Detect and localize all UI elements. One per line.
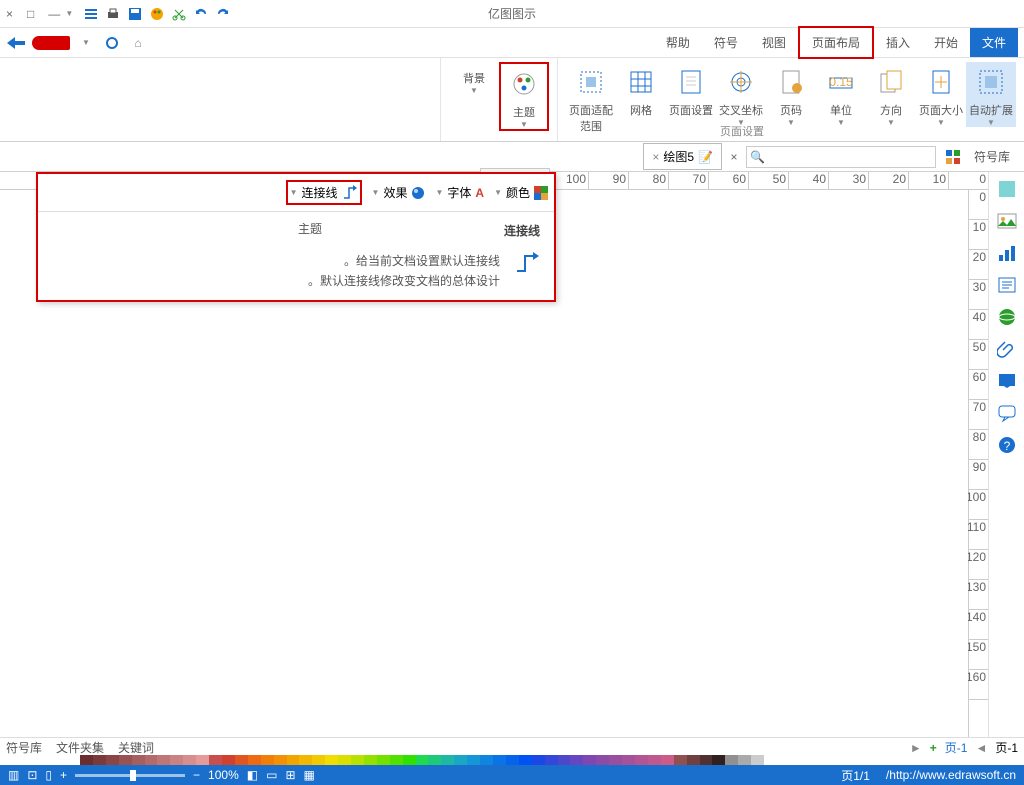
ribbon-group-pagesetup: 页面设置 (720, 123, 764, 139)
qat-undo-icon[interactable] (192, 5, 210, 23)
bottom-symbols[interactable]: 符号库 (6, 739, 42, 756)
status-url: http://www.edrawsoft.cn/ (886, 768, 1016, 782)
qat-cut-icon[interactable] (170, 5, 188, 23)
page-nav-next[interactable]: ► (910, 741, 922, 755)
tab-begin[interactable]: 开始 (922, 28, 970, 57)
mini-font[interactable]: A字体▼ (435, 180, 484, 205)
ribbon-pagesize[interactable]: 页面大小▼ (916, 62, 966, 127)
bottom-projects[interactable]: 文件夹集 (56, 739, 104, 756)
status-grid-icon[interactable]: ▦ (304, 768, 315, 782)
page-nav-label: 页-1 (995, 739, 1018, 756)
status-ruler-icon[interactable]: ⊞ (285, 768, 295, 782)
tab-pagelayout[interactable]: 页面布局 (798, 26, 874, 59)
ribbon-direction[interactable]: 方向▼ (866, 62, 916, 127)
mini-color[interactable]: 颜色▼ (494, 180, 548, 205)
zoom-value: 100% (208, 768, 239, 782)
status-fit-icon[interactable]: ⊡ (27, 768, 37, 782)
side-globe-icon[interactable] (996, 306, 1018, 328)
side-note-icon[interactable] (996, 370, 1018, 392)
ribbon-coords[interactable]: 交叉坐标▼ (716, 62, 766, 127)
search-icon[interactable]: 🔍 (747, 150, 768, 164)
panel-close[interactable]: × (722, 150, 746, 164)
small-home-icon[interactable]: ⌂ (128, 33, 148, 53)
side-shape-icon[interactable] (996, 178, 1018, 200)
section-symbols: 符号库 (960, 148, 1024, 165)
side-text-icon[interactable] (996, 274, 1018, 296)
doc-tab[interactable]: 📝 绘图5 × (643, 143, 722, 170)
color-strip[interactable] (80, 755, 764, 765)
tooltip-line2: 默认连接线修改变文档的总体设计。 (308, 271, 500, 291)
ribbon-localsetup[interactable]: 页面适配范围 (566, 62, 616, 134)
page-nav-prev[interactable]: ◄ (975, 741, 987, 755)
app-title: 亿图图示 (488, 5, 536, 22)
page-tab-1[interactable]: 页-1 (945, 739, 968, 756)
mini-connector[interactable]: 连接线▼ (286, 180, 362, 205)
ribbon-pageno[interactable]: 页码▼ (766, 62, 816, 127)
status-page-icon[interactable]: ▯ (45, 768, 52, 782)
tab-insert[interactable]: 插入 (874, 28, 922, 57)
status-layout-icon[interactable]: ▥ (8, 768, 19, 782)
tooltip-title: 连接线 (38, 212, 554, 243)
qat-menu-icon[interactable] (82, 5, 100, 23)
tab-file[interactable]: 文件 (970, 28, 1018, 57)
tab-view[interactable]: 视图 (750, 28, 798, 57)
qat-redo-icon[interactable] (214, 5, 232, 23)
side-image-icon[interactable] (996, 210, 1018, 232)
ribbon-unit[interactable]: 0.15 单位▼ (816, 62, 866, 127)
tab-symbol[interactable]: 符号 (702, 28, 750, 57)
apps-icon[interactable] (942, 150, 960, 164)
connector-tooltip-panel: 颜色▼ A字体▼ 效果▼ 连接线▼ 连接线 主题 给当前文档设置默认连接线。 默… (36, 172, 556, 302)
ribbon-grid[interactable]: 网格 (616, 62, 666, 118)
doc-tab-close[interactable]: × (652, 150, 659, 164)
zoom-out[interactable]: − (193, 768, 200, 782)
tooltip-group-label: 主题 (298, 220, 322, 237)
tab-help[interactable]: 帮助 (654, 28, 702, 57)
side-attach-icon[interactable] (996, 338, 1018, 360)
window-maximize[interactable]: □ (27, 7, 34, 21)
small-gear-icon[interactable] (102, 33, 122, 53)
search-input[interactable]: 🔍 (746, 146, 936, 168)
small-arrow-icon[interactable] (6, 33, 26, 53)
doc-tab-icon: 📝 (698, 150, 713, 164)
vertical-ruler: 0102030405060708090100110120130140150160 (968, 190, 988, 737)
status-view1-icon[interactable]: ▭ (266, 768, 277, 782)
status-pages: 页1/1 (841, 767, 870, 784)
zoom-slider[interactable] (75, 774, 185, 777)
ribbon-bg[interactable]: 背景▼ (449, 62, 499, 95)
qat-dropdown-icon[interactable]: ▼ (60, 5, 78, 23)
tooltip-line1: 给当前文档设置默认连接线。 (308, 251, 500, 271)
ribbon-pagesetup[interactable]: 页面设置 (666, 62, 716, 118)
qat-palette-icon[interactable] (148, 5, 166, 23)
connector-icon (510, 251, 540, 292)
svg-text:0.15: 0.15 (829, 75, 853, 89)
ribbon-theme[interactable]: 主题▼ (499, 62, 549, 131)
window-close[interactable]: × (6, 7, 13, 21)
page-add[interactable]: + (930, 741, 937, 755)
side-comment-icon[interactable] (996, 402, 1018, 424)
window-minimize[interactable]: — (48, 7, 60, 21)
ribbon-autofit[interactable]: 自动扩展▼ (966, 62, 1016, 127)
qat-print-icon[interactable] (104, 5, 122, 23)
zoom-in[interactable]: + (60, 768, 67, 782)
qat-save-icon[interactable] (126, 5, 144, 23)
side-help-icon[interactable]: ? (996, 434, 1018, 456)
bottom-key[interactable]: 关键词 (118, 739, 154, 756)
small-red-shape (32, 36, 70, 50)
mini-effect[interactable]: 效果▼ (372, 180, 426, 205)
svg-text:?: ? (1003, 439, 1010, 453)
side-chart-icon[interactable] (996, 242, 1018, 264)
status-view2-icon[interactable]: ◧ (247, 768, 258, 782)
